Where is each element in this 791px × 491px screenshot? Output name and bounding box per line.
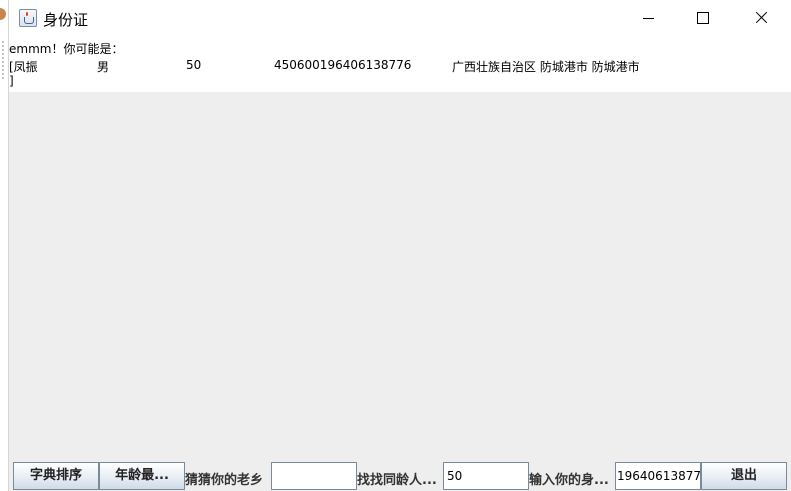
title-bar[interactable]: 身份证	[9, 0, 791, 37]
sort-button[interactable]: 字典排序	[13, 462, 99, 490]
app-window: 身份证 emmm！你可能是： [凤振 男 50 4506001964061387…	[8, 0, 791, 491]
output-closing: ]	[9, 74, 14, 88]
result-age: 50	[186, 58, 202, 72]
output-intro: emmm！你可能是：	[9, 42, 124, 56]
same-age-input[interactable]: 50	[443, 462, 529, 490]
maximize-button[interactable]	[674, 0, 732, 37]
result-name: [凤振	[9, 60, 38, 74]
maximize-icon	[697, 12, 709, 24]
java-cup-icon	[19, 9, 37, 27]
desktop-icon-fragment	[0, 8, 6, 20]
id-input[interactable]: 196406138776	[615, 462, 701, 490]
minimize-icon	[643, 18, 654, 19]
resize-grip-icon	[2, 40, 4, 80]
same-age-label: 找找同龄人...	[357, 473, 437, 488]
exit-button[interactable]: 退出	[701, 462, 787, 490]
minimize-button[interactable]	[620, 0, 678, 37]
oldest-age-button[interactable]: 年龄最...	[99, 462, 185, 490]
desktop-edge	[0, 0, 8, 491]
hometown-label: 猜猜你的老乡	[185, 473, 264, 488]
window-title: 身份证	[43, 11, 89, 29]
result-row: [凤振 男 50 450600196406138776 广西壮族自治区 防城港市…	[9, 58, 791, 74]
result-address: 广西壮族自治区 防城港市 防城港市	[452, 60, 640, 74]
output-text-area[interactable]: emmm！你可能是： [凤振 男 50 450600196406138776 广…	[9, 37, 791, 92]
result-sex: 男	[97, 60, 110, 74]
result-id: 450600196406138776	[274, 58, 412, 72]
id-input-label: 输入你的身...	[529, 473, 609, 488]
close-button[interactable]	[732, 0, 790, 37]
control-bar: 字典排序 年龄最... 猜猜你的老乡 找找同龄人... 50 输入你的身... …	[9, 462, 791, 491]
hometown-input[interactable]	[271, 462, 357, 490]
